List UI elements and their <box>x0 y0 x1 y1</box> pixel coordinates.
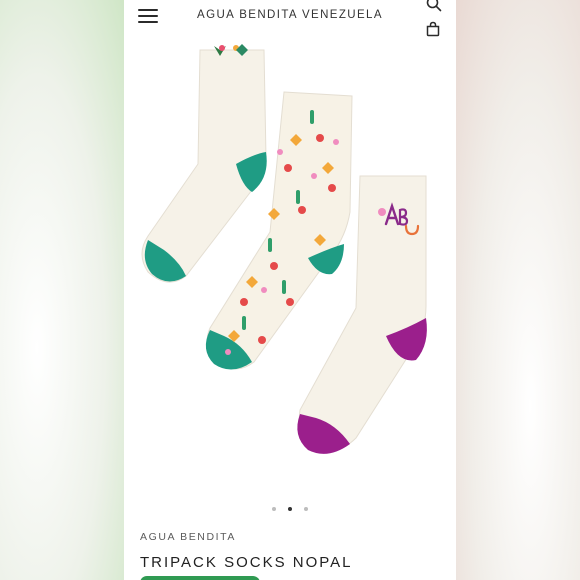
gallery-dot[interactable] <box>272 507 276 511</box>
top-navigation-bar: AGUA BENDITA VENEZUELA <box>124 0 456 37</box>
hamburger-menu-icon[interactable] <box>138 9 158 25</box>
gallery-dot[interactable] <box>304 507 308 511</box>
add-to-cart-button[interactable] <box>140 576 260 580</box>
gallery-dot-active[interactable] <box>288 507 292 511</box>
shopping-bag-icon[interactable] <box>425 21 441 37</box>
product-title: TRIPACK SOCKS NOPAL <box>140 554 353 571</box>
background-blur-right <box>456 0 580 580</box>
mobile-screen: AGUA BENDITA VENEZUELA AGUA BENDITA TRIP… <box>124 0 456 580</box>
gallery-pagination-dots <box>124 498 456 516</box>
product-image-gallery[interactable] <box>124 40 456 480</box>
three-socks-product-photo <box>141 44 427 454</box>
search-icon[interactable] <box>426 0 442 12</box>
sock-left-teal <box>141 44 267 283</box>
background-blur-left <box>0 0 124 580</box>
product-vendor[interactable]: AGUA BENDITA <box>140 531 236 543</box>
store-brand-title[interactable]: AGUA BENDITA VENEZUELA <box>184 9 396 21</box>
